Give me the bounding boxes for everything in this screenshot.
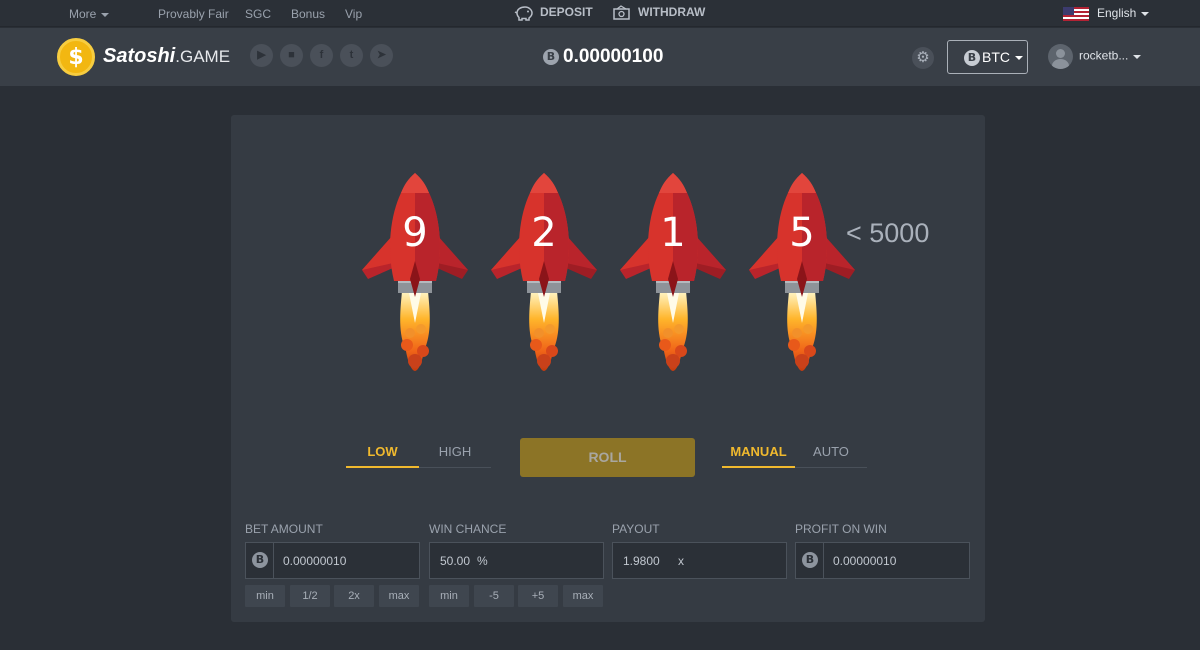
user-menu[interactable]: rocketb... xyxy=(1048,44,1142,69)
youtube-icon[interactable]: ▶ xyxy=(250,44,273,67)
bet-half-button[interactable]: 1/2 xyxy=(290,585,330,607)
withdraw-label: WITHDRAW xyxy=(638,5,706,20)
profit-label: PROFIT ON WIN xyxy=(795,522,887,536)
balance-display: B 0.00000100 xyxy=(543,46,663,68)
bitcoin-icon: B xyxy=(252,552,268,568)
bet-amount-label: BET AMOUNT xyxy=(245,522,323,536)
cash-out-icon xyxy=(613,5,630,20)
tab-auto[interactable]: AUTO xyxy=(795,444,867,468)
avatar xyxy=(1048,44,1073,69)
win-chance-label: WIN CHANCE xyxy=(429,522,507,536)
bet-currency-addon: B xyxy=(246,543,274,578)
logo-coin-icon xyxy=(57,38,95,76)
balance-value: 0.00000100 xyxy=(563,46,664,67)
brand-name: Satoshi xyxy=(103,45,176,67)
bet-amount-value: 0.00000010 xyxy=(283,554,347,568)
chevron-down-icon xyxy=(1015,56,1023,61)
nav-bonus[interactable]: Bonus xyxy=(291,7,325,21)
win-chance-buttons: min -5 +5 max xyxy=(429,585,604,607)
rocket-icon xyxy=(362,173,468,371)
rocket-icon xyxy=(749,173,855,371)
rocket-digit-1: 9 xyxy=(360,173,470,373)
gear-icon[interactable]: ⚙ xyxy=(912,47,934,69)
mode-toggle: MANUAL AUTO xyxy=(722,444,867,468)
more-label: More xyxy=(69,7,97,21)
bet-double-button[interactable]: 2x xyxy=(334,585,374,607)
withdraw-button[interactable]: WITHDRAW xyxy=(612,5,705,21)
header: Satoshi.GAME ▶■ft➤ B0.00000100 ⚙ BBTC ro… xyxy=(0,28,1200,86)
roll-button[interactable]: ROLL xyxy=(520,438,695,477)
currency-selector[interactable]: B BTC xyxy=(947,40,1028,74)
rocket-digit-2: 2 xyxy=(489,173,599,373)
rocket-digit-value: 5 xyxy=(789,210,815,256)
bet-amount-group: BET AMOUNT B 0.00000010 min 1/2 2x max xyxy=(245,522,420,607)
deposit-label: DEPOSIT xyxy=(540,5,593,20)
telegram-icon[interactable]: ➤ xyxy=(370,44,393,67)
rocket-digit-value: 1 xyxy=(660,210,686,256)
chance-plus5-button[interactable]: +5 xyxy=(518,585,558,607)
deposit-button[interactable]: DEPOSIT xyxy=(514,5,593,21)
payout-group: PAYOUT 1.9800 x xyxy=(612,522,787,579)
rocket-digit-value: 2 xyxy=(531,210,557,256)
rocket-digit-value: 9 xyxy=(402,210,428,256)
more-menu[interactable]: More xyxy=(69,7,110,21)
logo-text: Satoshi.GAME xyxy=(103,45,230,68)
bet-max-button[interactable]: max xyxy=(379,585,419,607)
profit-currency-addon: B xyxy=(796,543,824,578)
win-chance-group: WIN CHANCE 50.00 % min -5 +5 max xyxy=(429,522,604,607)
brand-tld: .GAME xyxy=(175,47,231,66)
nav-vip[interactable]: Vip xyxy=(345,7,362,21)
rocket-icon xyxy=(491,173,597,371)
nav-provably-fair[interactable]: Provably Fair xyxy=(158,7,229,21)
roll-target: < 5000 xyxy=(846,218,930,248)
payout-input[interactable]: 1.9800 x xyxy=(612,542,787,579)
bet-min-button[interactable]: min xyxy=(245,585,285,607)
facebook-icon[interactable]: f xyxy=(310,44,333,67)
payout-label: PAYOUT xyxy=(612,522,660,536)
currency-label: BTC xyxy=(982,49,1010,65)
profit-input: B 0.00000010 xyxy=(795,542,970,579)
chance-max-button[interactable]: max xyxy=(563,585,603,607)
win-chance-value: 50.00 xyxy=(440,554,471,568)
chance-minus5-button[interactable]: -5 xyxy=(474,585,514,607)
username: rocketb... xyxy=(1079,48,1129,63)
language-label: English xyxy=(1097,6,1137,20)
piggy-bank-icon xyxy=(514,6,533,21)
chevron-down-icon xyxy=(1141,11,1150,16)
tab-low[interactable]: LOW xyxy=(346,444,419,468)
chance-min-button[interactable]: min xyxy=(429,585,469,607)
percent-unit: % xyxy=(477,554,488,568)
bet-amount-input[interactable]: B 0.00000010 xyxy=(245,542,420,579)
win-chance-input[interactable]: 50.00 % xyxy=(429,542,604,579)
top-bar: More Provably Fair SGC Bonus Vip DEPOSIT… xyxy=(0,0,1200,27)
chat-icon[interactable]: ■ xyxy=(280,44,303,67)
bet-amount-buttons: min 1/2 2x max xyxy=(245,585,420,607)
chevron-down-icon xyxy=(101,12,110,17)
nav-sgc[interactable]: SGC xyxy=(245,7,271,21)
us-flag-icon xyxy=(1063,6,1089,21)
multiplier-unit: x xyxy=(678,554,684,568)
social-links: ▶ ■ f t ➤ xyxy=(250,44,400,67)
rocket-icon xyxy=(620,173,726,371)
language-selector[interactable]: English xyxy=(1063,6,1150,21)
bitcoin-icon: B xyxy=(802,552,818,568)
bitcoin-icon: B xyxy=(543,49,559,65)
payout-value: 1.9800 xyxy=(623,554,660,568)
profit-value: 0.00000010 xyxy=(833,554,897,568)
bitcoin-icon: B xyxy=(964,50,980,67)
chevron-down-icon xyxy=(1133,54,1142,59)
direction-toggle: LOW HIGH xyxy=(346,444,491,468)
twitter-icon[interactable]: t xyxy=(340,44,363,67)
rocket-digit-3: 1 xyxy=(618,173,728,373)
rocket-digit-4: 5 xyxy=(747,173,857,373)
tab-manual[interactable]: MANUAL xyxy=(722,444,795,468)
game-panel: 9 2 1 5 < 5000 LOW HIGH ROLL MANUAL AUTO… xyxy=(231,115,985,622)
tab-high[interactable]: HIGH xyxy=(419,444,491,468)
profit-group: PROFIT ON WIN B 0.00000010 xyxy=(795,522,970,579)
